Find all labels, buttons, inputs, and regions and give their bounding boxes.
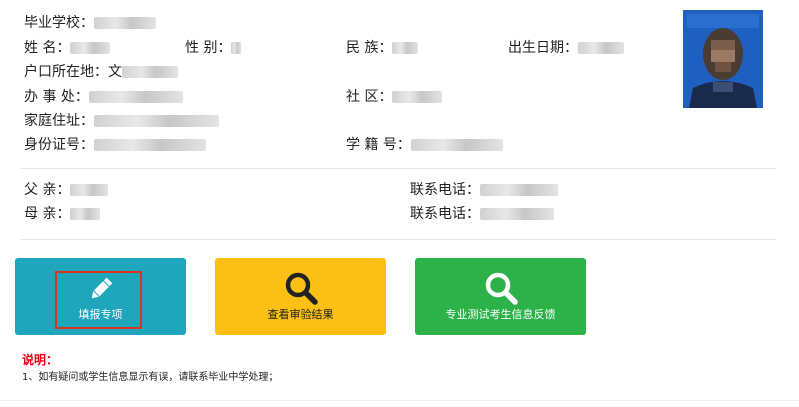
search-icon	[485, 272, 518, 305]
ethnicity-label: 民 族：	[346, 40, 393, 56]
exam-info-feedback-label: 专业测试考生信息反馈	[445, 308, 556, 321]
fill-special-label: 填报专项	[78, 308, 123, 321]
name-value	[70, 42, 111, 54]
view-review-results-label: 查看审验结果	[267, 308, 334, 321]
ethnicity-row: 民 族：	[346, 39, 419, 57]
father-phone-value	[480, 184, 558, 196]
gender-row: 性 别：	[185, 39, 242, 57]
notes-item-1: 1、如有疑问或学生信息显示有误，请联系毕业中学处理；	[22, 372, 279, 383]
office-label: 办 事 处：	[24, 89, 89, 105]
mother-phone-label: 联系电话：	[410, 206, 480, 222]
student-no-label: 学 籍 号：	[346, 137, 411, 153]
community-row: 社 区：	[346, 88, 443, 106]
community-label: 社 区：	[346, 89, 393, 105]
mother-label: 母 亲：	[24, 206, 71, 222]
name-row: 姓 名：	[24, 39, 111, 57]
mother-value	[70, 208, 101, 220]
school-label: 毕业学校：	[24, 15, 94, 31]
office-row: 办 事 处：	[24, 88, 183, 106]
id-row: 身份证号：	[24, 136, 206, 154]
hukou-value	[122, 66, 178, 78]
student-no-row: 学 籍 号：	[346, 136, 503, 154]
school-value	[94, 17, 156, 29]
father-row: 父 亲：	[24, 181, 109, 199]
father-phone-label: 联系电话：	[410, 182, 480, 198]
community-value	[392, 91, 443, 103]
birthdate-label: 出生日期：	[508, 40, 578, 56]
exam-info-feedback-button[interactable]: 专业测试考生信息反馈	[415, 258, 586, 335]
bottom-divider	[0, 400, 799, 401]
mother-phone-value	[480, 208, 554, 220]
fill-special-button[interactable]: 填报专项	[15, 258, 186, 335]
name-label: 姓 名：	[24, 40, 71, 56]
hukou-row: 户口所在地：文	[24, 63, 178, 81]
father-phone-row: 联系电话：	[410, 181, 558, 199]
ethnicity-value	[392, 42, 419, 54]
hukou-prefix: 文	[108, 64, 122, 80]
view-review-results-button[interactable]: 查看审验结果	[215, 258, 386, 335]
section-divider-bottom	[20, 239, 776, 240]
student-photo-image	[683, 10, 763, 108]
id-value	[94, 139, 206, 151]
student-no-value	[410, 139, 503, 151]
birthdate-value	[578, 42, 624, 54]
father-label: 父 亲：	[24, 182, 71, 198]
hukou-label: 户口所在地：	[24, 64, 108, 80]
gender-label: 性 别：	[185, 40, 232, 56]
address-label: 家庭住址：	[24, 113, 94, 129]
pencil-icon	[91, 278, 112, 299]
address-value	[94, 115, 219, 127]
search-icon	[285, 272, 318, 305]
mother-phone-row: 联系电话：	[410, 205, 554, 223]
father-value	[70, 184, 109, 196]
office-value	[88, 91, 183, 103]
gender-value	[231, 42, 242, 54]
address-row: 家庭住址：	[24, 112, 219, 130]
section-divider-top	[20, 168, 776, 169]
birthdate-row: 出生日期：	[508, 39, 624, 57]
id-label: 身份证号：	[24, 137, 94, 153]
student-photo	[683, 10, 763, 108]
school-row: 毕业学校：	[24, 14, 156, 32]
mother-row: 母 亲：	[24, 205, 101, 223]
notes-title: 说明：	[22, 353, 59, 367]
